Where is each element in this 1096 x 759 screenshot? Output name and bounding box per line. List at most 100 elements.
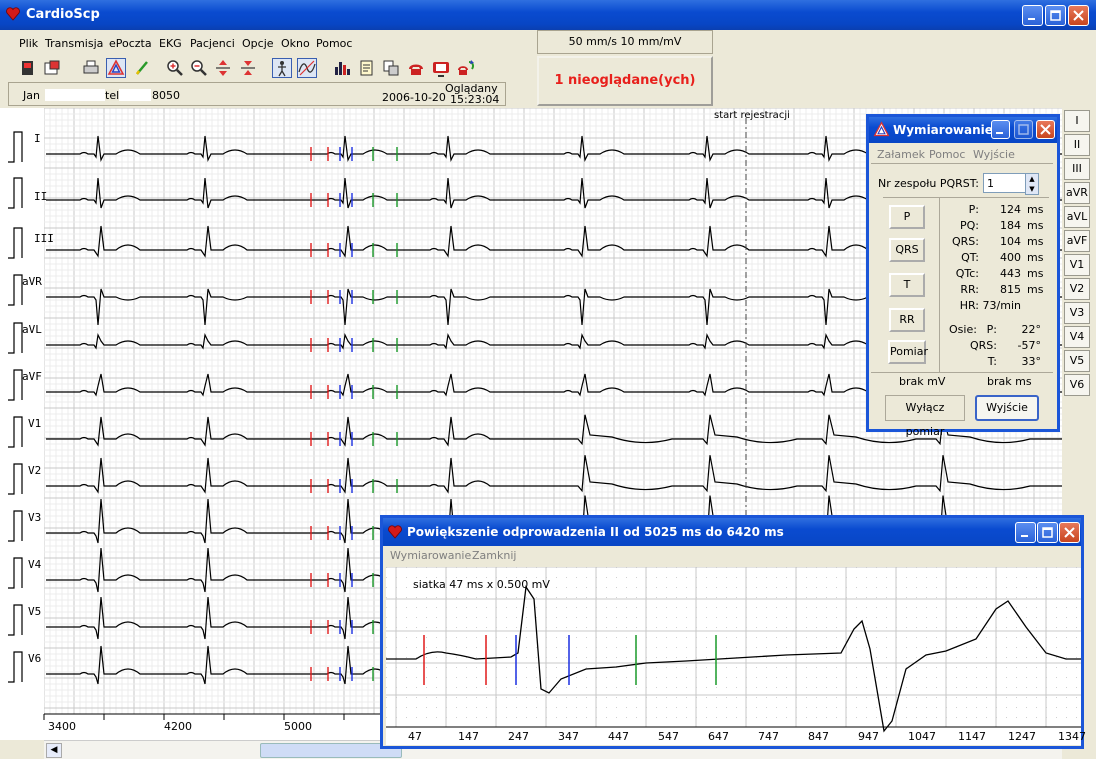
menu-epoczta[interactable]: ePoczta [109,37,152,50]
pen-icon[interactable] [132,58,152,78]
lead-label-avl: aVL [22,323,42,336]
zoom-minimize-button[interactable] [1015,522,1036,543]
patient-name: Jan [23,89,40,102]
zoom-trace [386,566,1081,733]
t-wave-button[interactable]: T [889,273,925,297]
status-ms: brak ms [987,375,1032,388]
lead-tab-i[interactable]: I [1064,110,1090,132]
zoom-maximize-button[interactable] [1037,522,1058,543]
import-icon[interactable] [42,58,62,78]
heart-zoom-icon [388,525,402,539]
fax-icon[interactable] [381,58,401,78]
amp-up-icon[interactable] [213,58,233,78]
main-titlebar: CardioScp [0,0,1096,30]
rr-button[interactable]: RR [889,308,925,332]
start-recording-label: start rejestracji [714,110,790,121]
zoom-x-tick-1147: 1147 [958,730,986,743]
qrs-button[interactable]: QRS [889,238,925,262]
dialog-menu-wyjscie[interactable]: Wyjście [973,148,1015,161]
measure-icon[interactable] [106,58,126,78]
axis-value-1: -57° [1017,339,1041,352]
exit-button[interactable]: Wyjście [975,395,1039,421]
amp-down-icon[interactable] [238,58,258,78]
zoom-in-icon[interactable] [165,58,185,78]
phone-icon[interactable] [406,58,426,78]
measure-label-6: HR: [959,299,979,312]
dialog-menu-zalamek[interactable]: Załamek [877,148,925,161]
dialog-minimize-button[interactable] [991,120,1010,139]
zoom-x-tick-547: 547 [658,730,679,743]
measure-label-2: QRS: [952,235,979,248]
lead-label-iii: III [34,232,54,245]
axis-label-0: P: [986,323,997,336]
measure-label-3: QT: [961,251,979,264]
save-icon[interactable] [18,58,38,78]
lead-label-v6: V6 [28,652,41,665]
dialog-close-button[interactable] [1036,120,1055,139]
disable-measure-button[interactable]: Wyłącz pomiar [885,395,965,438]
pomiar-button[interactable]: Pomiar [888,340,928,364]
lead-label-v5: V5 [28,605,41,618]
measure-unit-3: ms [1027,251,1044,264]
lead-label-ii: II [34,190,47,203]
status-mv: brak mV [899,375,946,388]
menu-okno[interactable]: Okno [281,37,310,50]
lead-label-v1: V1 [28,417,41,430]
unviewed-ecg-alert[interactable]: 1 nieoglądane(ych) EKG [537,56,713,134]
complex-number-label: Nr zespołu PQRST: [878,177,979,190]
lead-label-v2: V2 [28,464,41,477]
patient-tel: 8050 [152,89,180,102]
zoom-window-titlebar: Powiększenie odprowadzenia II od 5025 ms… [383,518,1081,546]
complex-number-input[interactable] [983,173,1027,193]
lead-tab-v3[interactable]: V3 [1064,302,1090,324]
lead-tab-iii[interactable]: III [1064,158,1090,180]
p-wave-button[interactable]: P [889,205,925,229]
close-button[interactable] [1068,5,1089,26]
menu-opcje[interactable]: Opcje [242,37,274,50]
zoom-window-title: Powiększenie odprowadzenia II od 5025 ms… [407,525,784,539]
zoom-close-button[interactable] [1059,522,1080,543]
menu-plik[interactable]: Plik [19,37,38,50]
lead-tab-v6[interactable]: V6 [1064,374,1090,396]
menu-ekg[interactable]: EKG [159,37,182,50]
lead-tab-v1[interactable]: V1 [1064,254,1090,276]
measure-value-2: 104 [1000,235,1021,248]
lead-tab-v4[interactable]: V4 [1064,326,1090,348]
lead-tab-v5[interactable]: V5 [1064,350,1090,372]
measure-value-3: 400 [1000,251,1021,264]
lead-tab-avr[interactable]: aVR [1064,182,1090,204]
lead-tab-v2[interactable]: V2 [1064,278,1090,300]
dialog-menu-pomoc[interactable]: Pomoc [929,148,965,161]
redacted-tel [119,89,151,101]
menu-pacjenci[interactable]: Pacjenci [190,37,235,50]
complex-spinner-icon[interactable]: ▲ ▼ [1025,173,1039,195]
person-icon[interactable] [272,58,292,78]
menu-bar: Plik Transmisja ePoczta EKG Pacjenci Opc… [0,30,430,54]
phone-transfer-icon[interactable] [456,58,476,78]
minimize-button[interactable] [1022,5,1043,26]
zoom-plot-area[interactable]: siatka 47 ms x 0.500 mV 47 147 247 347 447 54… [386,566,1086,745]
zoom-menu-wymiarowanie[interactable]: Wymiarowanie [390,549,471,562]
zoom-out-icon[interactable] [189,58,209,78]
monitor-icon[interactable] [431,58,451,78]
scroll-left-arrow-icon[interactable]: ◀ [46,743,62,758]
bar-chart-icon[interactable] [332,58,352,78]
axes-label: Osie: [949,323,977,336]
lead-tab-ii[interactable]: II [1064,134,1090,156]
lead-label-avf: aVF [22,370,42,383]
measure-value-6: 73/min [982,299,1021,312]
maximize-button[interactable] [1045,5,1066,26]
wave-icon[interactable] [297,58,317,78]
time-tick-3400: 3400 [48,720,76,733]
measure-unit-0: ms [1027,203,1044,216]
lead-label-avr: aVR [22,275,42,288]
print-icon[interactable] [81,58,101,78]
measure-label-5: RR: [960,283,979,296]
zoom-menu-zamknij[interactable]: Zamknij [472,549,516,562]
menu-transmisja[interactable]: Transmisja [45,37,103,50]
lead-tab-avf[interactable]: aVF [1064,230,1090,252]
measure-value-4: 443 [1000,267,1021,280]
document-icon[interactable] [357,58,377,78]
menu-pomoc[interactable]: Pomoc [316,37,352,50]
lead-tab-avl[interactable]: aVL [1064,206,1090,228]
